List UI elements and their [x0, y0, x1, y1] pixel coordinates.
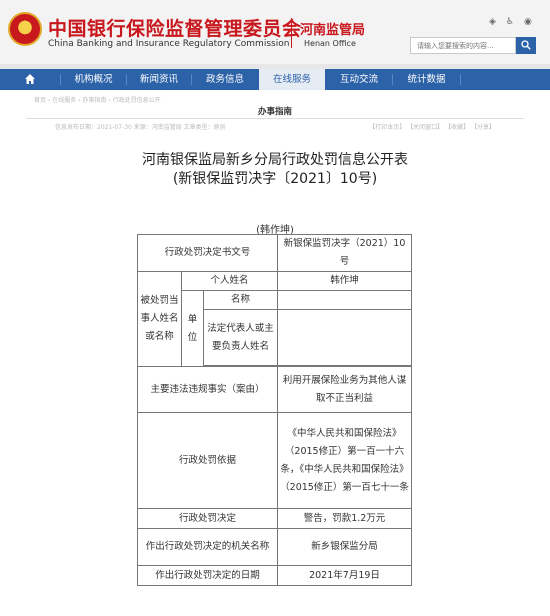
article-meta: 信息发布日期：2021-07-30 来源：河南监管局 文章类型：原创 【打印本页…	[55, 122, 495, 131]
breadcrumb[interactable]: 首页 › 在线服务 › 办事指南 › 行政处罚信息公开	[34, 95, 161, 104]
section-title: 办事指南	[257, 107, 292, 117]
table-row: 行政处罚决定书文号 新银保监罚决字（2021）10号	[137, 234, 412, 272]
office-name-cn: 河南监管局	[300, 23, 366, 38]
nav-item-org[interactable]: 机构概况	[61, 69, 126, 90]
table-row: 行政处罚决定 警告，罚款1.2万元	[137, 508, 412, 529]
content-panel: 首页 › 在线服务 › 办事指南 › 行政处罚信息公开 办事指南 信息发布日期：…	[0, 90, 550, 616]
nav-item-news[interactable]: 新闻资讯	[127, 69, 191, 90]
decision-value: 警告，罚款1.2万元	[277, 508, 412, 529]
header-divider	[291, 18, 292, 48]
date-value: 2021年7月19日	[277, 565, 412, 586]
entity-label: 单位	[181, 290, 204, 367]
authority-label: 作出行政处罚决定的机关名称	[137, 528, 278, 566]
site-header: 中国银行保险监督管理委员会 China Banking and Insuranc…	[0, 0, 550, 64]
party-group-label: 被处罚当事人姓名或名称	[137, 271, 182, 367]
accessibility-icon[interactable]: ♿	[506, 17, 514, 27]
penalty-info-table: 行政处罚决定书文号 新银保监罚决字（2021）10号 被处罚当事人姓名或名称 个…	[137, 234, 412, 586]
nav-item-online-service[interactable]: 在线服务	[259, 69, 325, 90]
main-nav: 机构概况 新闻资讯 政务信息 在线服务 互动交流 统计数据	[0, 69, 550, 90]
table-row: 主要违法违规事实（案由） 利用开展保险业务为其他人谋取不正当利益	[137, 366, 412, 413]
legal-rep-value	[277, 309, 412, 366]
person-name-value: 韩作坤	[277, 271, 412, 291]
table-row: 作出行政处罚决定的日期 2021年7月19日	[137, 565, 412, 586]
national-emblem-logo	[8, 12, 42, 46]
table-row: 被处罚当事人姓名或名称 个人姓名 韩作坤	[137, 271, 412, 367]
decision-no-value: 新银保监罚决字（2021）10号	[277, 234, 412, 272]
table-row: 作出行政处罚决定的机关名称 新乡银保监分局	[137, 528, 412, 566]
nav-item-interaction[interactable]: 互动交流	[326, 69, 392, 90]
nav-home[interactable]	[0, 69, 60, 90]
legal-rep-label: 法定代表人或主要负责人姓名	[203, 309, 278, 366]
org-name-en: China Banking and Insurance Regulatory C…	[48, 39, 290, 49]
entity-name-label: 名称	[203, 290, 278, 310]
section-divider	[26, 118, 524, 119]
authority-value: 新乡银保监分局	[277, 528, 412, 566]
decision-label: 行政处罚决定	[137, 508, 278, 529]
top-utility-icons: ◈ ♿ ◉	[489, 17, 542, 27]
search-input[interactable]	[410, 37, 516, 54]
home-icon	[25, 74, 35, 84]
article-meta-info: 信息发布日期：2021-07-30 来源：河南监管局 文章类型：原创	[55, 124, 226, 131]
article-tools[interactable]: 【打印本页】 【关闭窗口】 【收藏】 【分享】	[369, 122, 495, 131]
entity-name-value	[277, 290, 412, 310]
basis-value: 《中华人民共和国保险法》（2015修正）第一百一十六条，《中华人民共和国保险法》…	[277, 412, 412, 509]
nav-item-gov-info[interactable]: 政务信息	[192, 69, 258, 90]
table-row: 行政处罚依据 《中华人民共和国保险法》（2015修正）第一百一十六条，《中华人民…	[137, 412, 412, 509]
decision-no-label: 行政处罚决定书文号	[137, 234, 278, 272]
nav-item-statistics[interactable]: 统计数据	[393, 69, 460, 90]
date-label: 作出行政处罚决定的日期	[137, 565, 278, 586]
document-title-line1: 河南银保监局新乡分局行政处罚信息公开表	[142, 152, 408, 168]
document-title: 河南银保监局新乡分局行政处罚信息公开表 (新银保监罚决字〔2021〕10号)	[0, 151, 550, 189]
document-title-line2: (新银保监罚决字〔2021〕10号)	[172, 171, 378, 187]
person-name-label: 个人姓名	[181, 271, 278, 291]
search-icon	[521, 40, 531, 50]
violation-value: 利用开展保险业务为其他人谋取不正当利益	[277, 366, 412, 413]
basis-label: 行政处罚依据	[137, 412, 278, 509]
weibo-icon[interactable]: ◉	[524, 17, 532, 27]
ssdc-icon[interactable]: ◈	[489, 17, 496, 27]
office-name-en: Henan Office	[304, 39, 356, 48]
org-name-cn: 中国银行保险监督管理委员会	[48, 18, 302, 40]
violation-label: 主要违法违规事实（案由）	[137, 366, 278, 413]
search-button[interactable]	[516, 37, 536, 54]
